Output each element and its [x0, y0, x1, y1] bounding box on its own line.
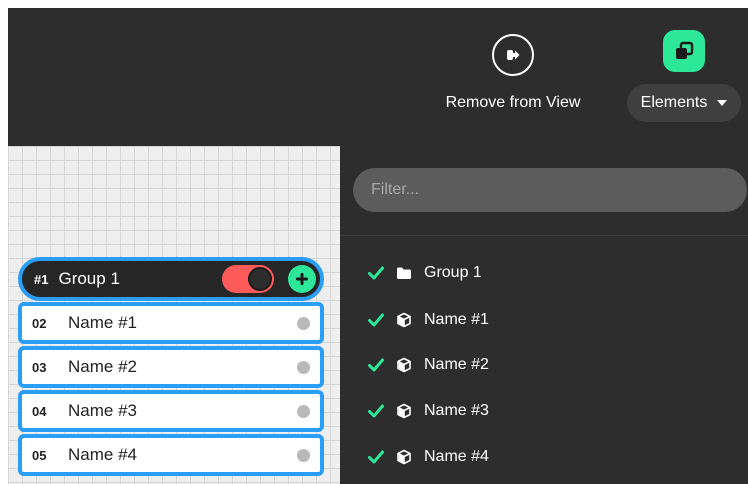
elements-dropdown-label: Elements: [640, 94, 708, 111]
plus-icon: [296, 273, 308, 285]
sign-out-icon: [507, 50, 520, 60]
list-item[interactable]: Name #3: [368, 397, 489, 425]
list-item-label: Group 1: [424, 264, 482, 281]
item-node-name: Name #1: [68, 313, 137, 332]
list-item-label: Name #4: [424, 448, 489, 465]
check-icon: [368, 266, 384, 280]
list-item[interactable]: Name #2: [368, 351, 489, 379]
cube-icon: [397, 357, 411, 373]
item-node-number: 03: [32, 359, 47, 375]
status-dot: [297, 360, 310, 374]
status-dot: [297, 404, 310, 418]
status-dot: [297, 316, 310, 330]
caret-down-icon: [717, 100, 728, 106]
elements-action: Elements: [620, 30, 748, 122]
top-toolbar: Remove from View Elements: [8, 8, 748, 146]
elements-toggle-button[interactable]: [663, 30, 705, 72]
list-item[interactable]: Name #4: [368, 443, 489, 471]
add-to-group-button[interactable]: [288, 265, 316, 293]
group-node-number: #1: [34, 271, 49, 287]
check-icon: [368, 358, 384, 372]
check-icon: [368, 313, 384, 327]
check-icon: [368, 404, 384, 418]
group-node[interactable]: #1 Group 1: [18, 257, 324, 301]
item-node-number: 04: [32, 403, 47, 419]
list-item-group[interactable]: Group 1: [368, 259, 482, 287]
remove-from-view-action[interactable]: Remove from View: [423, 34, 603, 112]
filter-input[interactable]: [353, 168, 747, 212]
cube-icon: [397, 312, 411, 328]
filter-section: [340, 146, 748, 236]
elements-dropdown[interactable]: Elements: [626, 84, 742, 122]
list-item-label: Name #1: [424, 311, 489, 328]
list-item[interactable]: Name #1: [368, 306, 489, 334]
folder-icon: [397, 267, 411, 279]
clone-icon: [676, 41, 694, 59]
list-item-label: Name #3: [424, 402, 489, 419]
item-node[interactable]: 03 Name #2: [18, 346, 324, 388]
item-node-number: 02: [32, 315, 47, 331]
item-node[interactable]: 05 Name #4: [18, 434, 324, 476]
toggle-knob: [248, 267, 272, 291]
graph-canvas[interactable]: #1 Group 1 02 Name #1 03 Name #2 04 Name…: [8, 146, 340, 484]
status-dot: [297, 448, 310, 462]
item-node[interactable]: 02 Name #1: [18, 302, 324, 344]
cube-icon: [397, 449, 411, 465]
group-node-name: Group 1: [58, 269, 120, 288]
check-icon: [368, 450, 384, 464]
group-visibility-toggle[interactable]: [222, 265, 274, 293]
item-node-name: Name #4: [68, 445, 137, 464]
list-item-label: Name #2: [424, 356, 489, 373]
remove-from-view-button[interactable]: [492, 34, 534, 76]
remove-from-view-label: Remove from View: [445, 94, 581, 111]
item-node-name: Name #2: [68, 357, 137, 376]
item-node-number: 05: [32, 447, 47, 463]
item-node-name: Name #3: [68, 401, 137, 420]
elements-panel: Group 1 Name #1 Name #2: [340, 146, 748, 484]
cube-icon: [397, 403, 411, 419]
item-node[interactable]: 04 Name #3: [18, 390, 324, 432]
